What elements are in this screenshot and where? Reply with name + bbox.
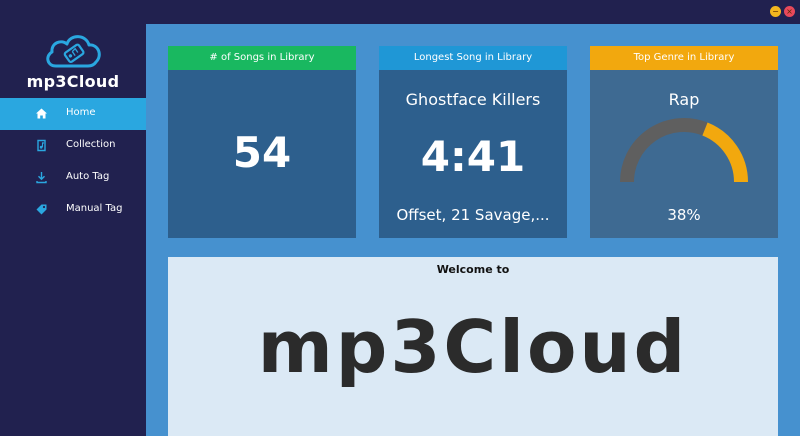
sidebar-item-manual-tag[interactable]: Manual Tag (0, 194, 146, 226)
sidebar-item-auto-tag[interactable]: Auto Tag (0, 162, 146, 194)
sidebar-item-home[interactable]: Home (0, 98, 146, 130)
download-icon (36, 172, 47, 184)
close-button[interactable]: × (784, 6, 795, 17)
main-content: # of Songs in Library 54 Longest Song in… (146, 24, 800, 436)
collection-icon (37, 139, 46, 152)
gauge-track (620, 118, 708, 183)
sidebar-item-collection[interactable]: Collection (0, 130, 146, 162)
close-icon: × (786, 7, 793, 16)
longest-song-card: Longest Song in Library Ghostface Killer… (379, 46, 567, 238)
card-title: Longest Song in Library (379, 46, 567, 70)
longest-song-length: 4:41 (420, 132, 526, 181)
welcome-heading: Welcome to (436, 263, 510, 276)
longest-song-title: Ghostface Killers (405, 90, 541, 109)
songs-count-value: 54 (232, 128, 292, 177)
genre-gauge (620, 118, 748, 183)
card-title: Top Genre in Library (590, 46, 778, 70)
songs-count-card: # of Songs in Library 54 (168, 46, 356, 238)
tag-icon (36, 204, 47, 215)
cloud-tag-logo-icon (46, 35, 101, 68)
card-title: # of Songs in Library (168, 46, 356, 70)
sidebar-item-label: Collection (66, 139, 116, 150)
longest-song-artist: Offset, 21 Savage,... (396, 206, 550, 224)
app-brand: mp3Cloud (26, 72, 120, 91)
welcome-panel: Welcome to mp3Cloud (168, 257, 778, 436)
title-bar: − × (0, 0, 800, 24)
sidebar: mp3Cloud Home Collection Auto Tag Manual… (0, 24, 146, 436)
minimize-icon: − (772, 7, 779, 16)
sidebar-item-label: Manual Tag (66, 203, 123, 214)
sidebar-item-label: Auto Tag (66, 171, 110, 182)
home-icon (36, 108, 47, 119)
welcome-logo: mp3Cloud (257, 305, 689, 389)
top-genre-card: Top Genre in Library Rap 38% (590, 46, 778, 238)
top-genre-name: Rap (668, 90, 700, 109)
top-genre-percent: 38% (667, 206, 701, 224)
gauge-fill (702, 122, 748, 183)
sidebar-item-label: Home (66, 107, 96, 118)
minimize-button[interactable]: − (770, 6, 781, 17)
